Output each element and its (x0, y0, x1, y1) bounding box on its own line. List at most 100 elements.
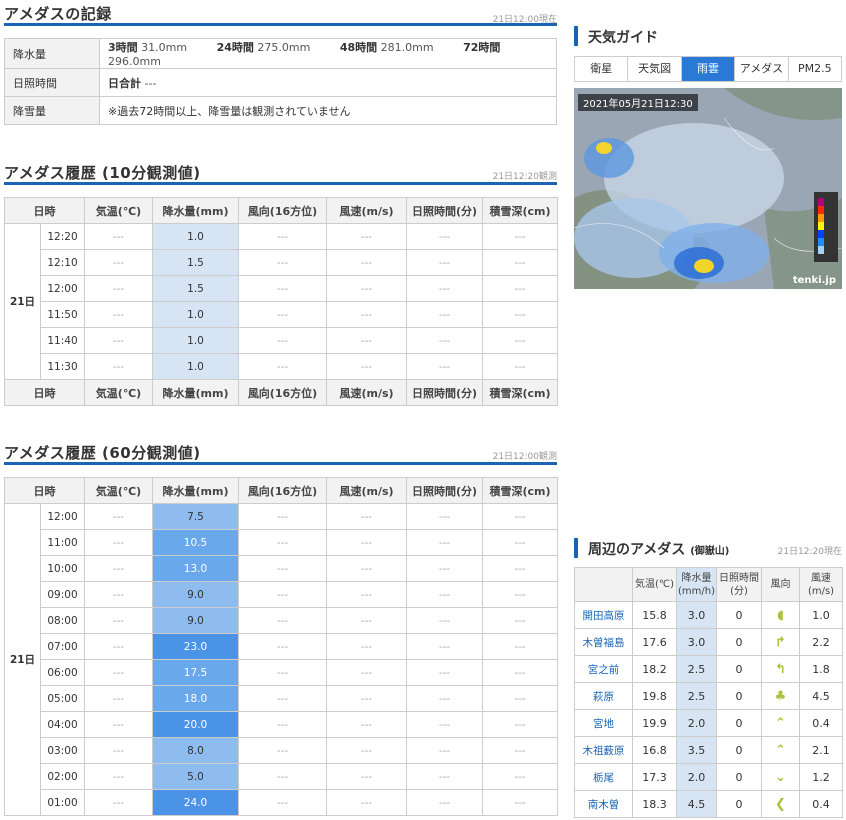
hist-header-cell: 風向(16方位) (238, 197, 327, 224)
station-link[interactable]: 宮之前 (574, 655, 633, 683)
station-link[interactable]: 宮地 (574, 709, 633, 737)
cell-sun: --- (406, 223, 483, 250)
cell-dir: --- (238, 789, 327, 816)
cell-dir: --- (238, 275, 327, 302)
station-link[interactable]: 南木曽 (574, 790, 633, 818)
cell-rain: 17.5 (152, 659, 239, 686)
nearby-header: 周辺のアメダス (御嶽山) 21日12:20現在 (574, 538, 842, 560)
cell-time: 11:50 (40, 301, 85, 328)
hist10-header: アメダス履歴 (10分観測値) 21日12:20観測 (4, 161, 557, 185)
tab-2[interactable]: 雨雲 (681, 57, 736, 81)
cell-temp: --- (84, 633, 153, 660)
sun-sum-label: 日合計 (108, 76, 141, 90)
hist-header-cell: 降水量(mm) (152, 197, 239, 224)
station-link[interactable]: 木祖薮原 (574, 736, 633, 764)
nearby-header-temp: 気温(℃) (632, 567, 677, 602)
cell-speed: --- (326, 275, 407, 302)
tab-1[interactable]: 天気図 (628, 57, 682, 81)
cell-snow: --- (482, 301, 558, 328)
cell-dir: ♣ (761, 682, 800, 710)
cell-rain: 24.0 (152, 789, 239, 816)
station-link[interactable]: 木曽福島 (574, 628, 633, 656)
station-link[interactable]: 開田高原 (574, 601, 633, 629)
cell-time: 01:00 (40, 789, 85, 816)
cell-temp: --- (84, 581, 153, 608)
cell-temp: --- (84, 607, 153, 634)
cell-temp: --- (84, 659, 153, 686)
table-row: 02:00 --- 5.0 --- --- --- --- (5, 763, 558, 790)
rain-radar-map[interactable]: 2021年05月21日12:30 tenki.jp (574, 88, 842, 289)
cell-speed: 4.5 (799, 682, 843, 710)
cell-rain: 13.0 (152, 555, 239, 582)
h3-value: 31.0mm (141, 41, 188, 54)
cell-rain: 1.0 (152, 353, 239, 380)
nearby-header-sun: 日照時間 (分) (716, 567, 762, 602)
cell-time: 11:30 (40, 353, 85, 380)
cell-dir: --- (238, 685, 327, 712)
station-link[interactable]: 栃尾 (574, 763, 633, 791)
cell-temp: 15.8 (632, 601, 677, 629)
hist-header-cell: 気温(℃) (84, 379, 153, 406)
hist-header-row: 日時 気温(℃) 降水量(mm) 風向(16方位) 風速(m/s) 日照時間(分) 積雪深(… (4, 197, 558, 224)
cell-dir: --- (238, 249, 327, 276)
date-cell: 21日 (4, 223, 41, 380)
tab-3[interactable]: アメダス (735, 57, 789, 81)
station-link[interactable]: 萩原 (574, 682, 633, 710)
hist-header-cell: 積雪深(cm) (482, 477, 558, 504)
hist-header-row: 日時 気温(℃) 降水量(mm) 風向(16方位) 風速(m/s) 日照時間(分) 積雪深(… (4, 477, 558, 504)
cell-snow: --- (482, 737, 558, 764)
wind-arrow-icon: ◖ (777, 607, 784, 623)
hist-header-cell: 日照時間(分) (406, 477, 483, 504)
cell-snow: --- (482, 789, 558, 816)
cell-sun: --- (406, 633, 483, 660)
cell-time: 09:00 (40, 581, 85, 608)
cell-time: 07:00 (40, 633, 85, 660)
cell-sun: --- (406, 607, 483, 634)
cell-temp: --- (84, 249, 153, 276)
table-row: 05:00 --- 18.0 --- --- --- --- (5, 685, 558, 712)
cell-rain: 1.5 (152, 275, 239, 302)
cell-speed: --- (326, 633, 407, 660)
cell-dir: --- (238, 353, 327, 380)
cell-dir: --- (238, 327, 327, 354)
h24-value: 275.0mm (257, 41, 311, 54)
snow-note: ※過去72時間以上、降雪量は観測されていません (99, 96, 557, 125)
cell-sun: --- (406, 659, 483, 686)
hist60-header: アメダス履歴 (60分観測値) 21日12:00観測 (4, 441, 557, 465)
cell-speed: 1.0 (799, 601, 843, 629)
cell-sun: --- (406, 555, 483, 582)
record-row-sun: 日照時間 日合計 --- (4, 68, 557, 97)
cell-dir: --- (238, 633, 327, 660)
cell-rain: 1.0 (152, 327, 239, 354)
cell-snow: --- (482, 275, 558, 302)
cell-temp: --- (84, 711, 153, 738)
cell-snow: --- (482, 659, 558, 686)
tab-0[interactable]: 衛星 (575, 57, 629, 81)
h72-label: 72時間 (463, 41, 501, 54)
cell-rain: 7.5 (152, 503, 239, 530)
cell-temp: 17.3 (632, 763, 677, 791)
cell-time: 05:00 (40, 685, 85, 712)
hist-header-cell: 気温(℃) (84, 197, 153, 224)
nearby-header-bar (574, 538, 578, 558)
cell-rain: 8.0 (152, 737, 239, 764)
cell-dir: --- (238, 711, 327, 738)
hist-header-cell: 気温(℃) (84, 477, 153, 504)
cell-time: 02:00 (40, 763, 85, 790)
tab-4[interactable]: PM2.5 (789, 57, 841, 81)
wind-arrow-icon: ↰ (775, 661, 786, 677)
hist-header-cell: 降水量(mm) (152, 477, 239, 504)
cell-rain: 2.5 (676, 682, 717, 710)
hist-header-cell: 風速(m/s) (326, 197, 407, 224)
cell-sun: 0 (716, 628, 762, 656)
wind-arrow-icon: ↱ (775, 634, 786, 650)
cell-snow: --- (482, 685, 558, 712)
cell-rain: 1.0 (152, 223, 239, 250)
cell-dir: ◖ (761, 601, 800, 629)
cell-speed: --- (326, 685, 407, 712)
table-row: 07:00 --- 23.0 --- --- --- --- (5, 633, 558, 660)
guide-header-bar (574, 26, 578, 46)
table-row: 11:00 --- 10.5 --- --- --- --- (5, 529, 558, 556)
cell-time: 12:20 (40, 223, 85, 250)
h24-label: 24時間 (216, 41, 254, 54)
